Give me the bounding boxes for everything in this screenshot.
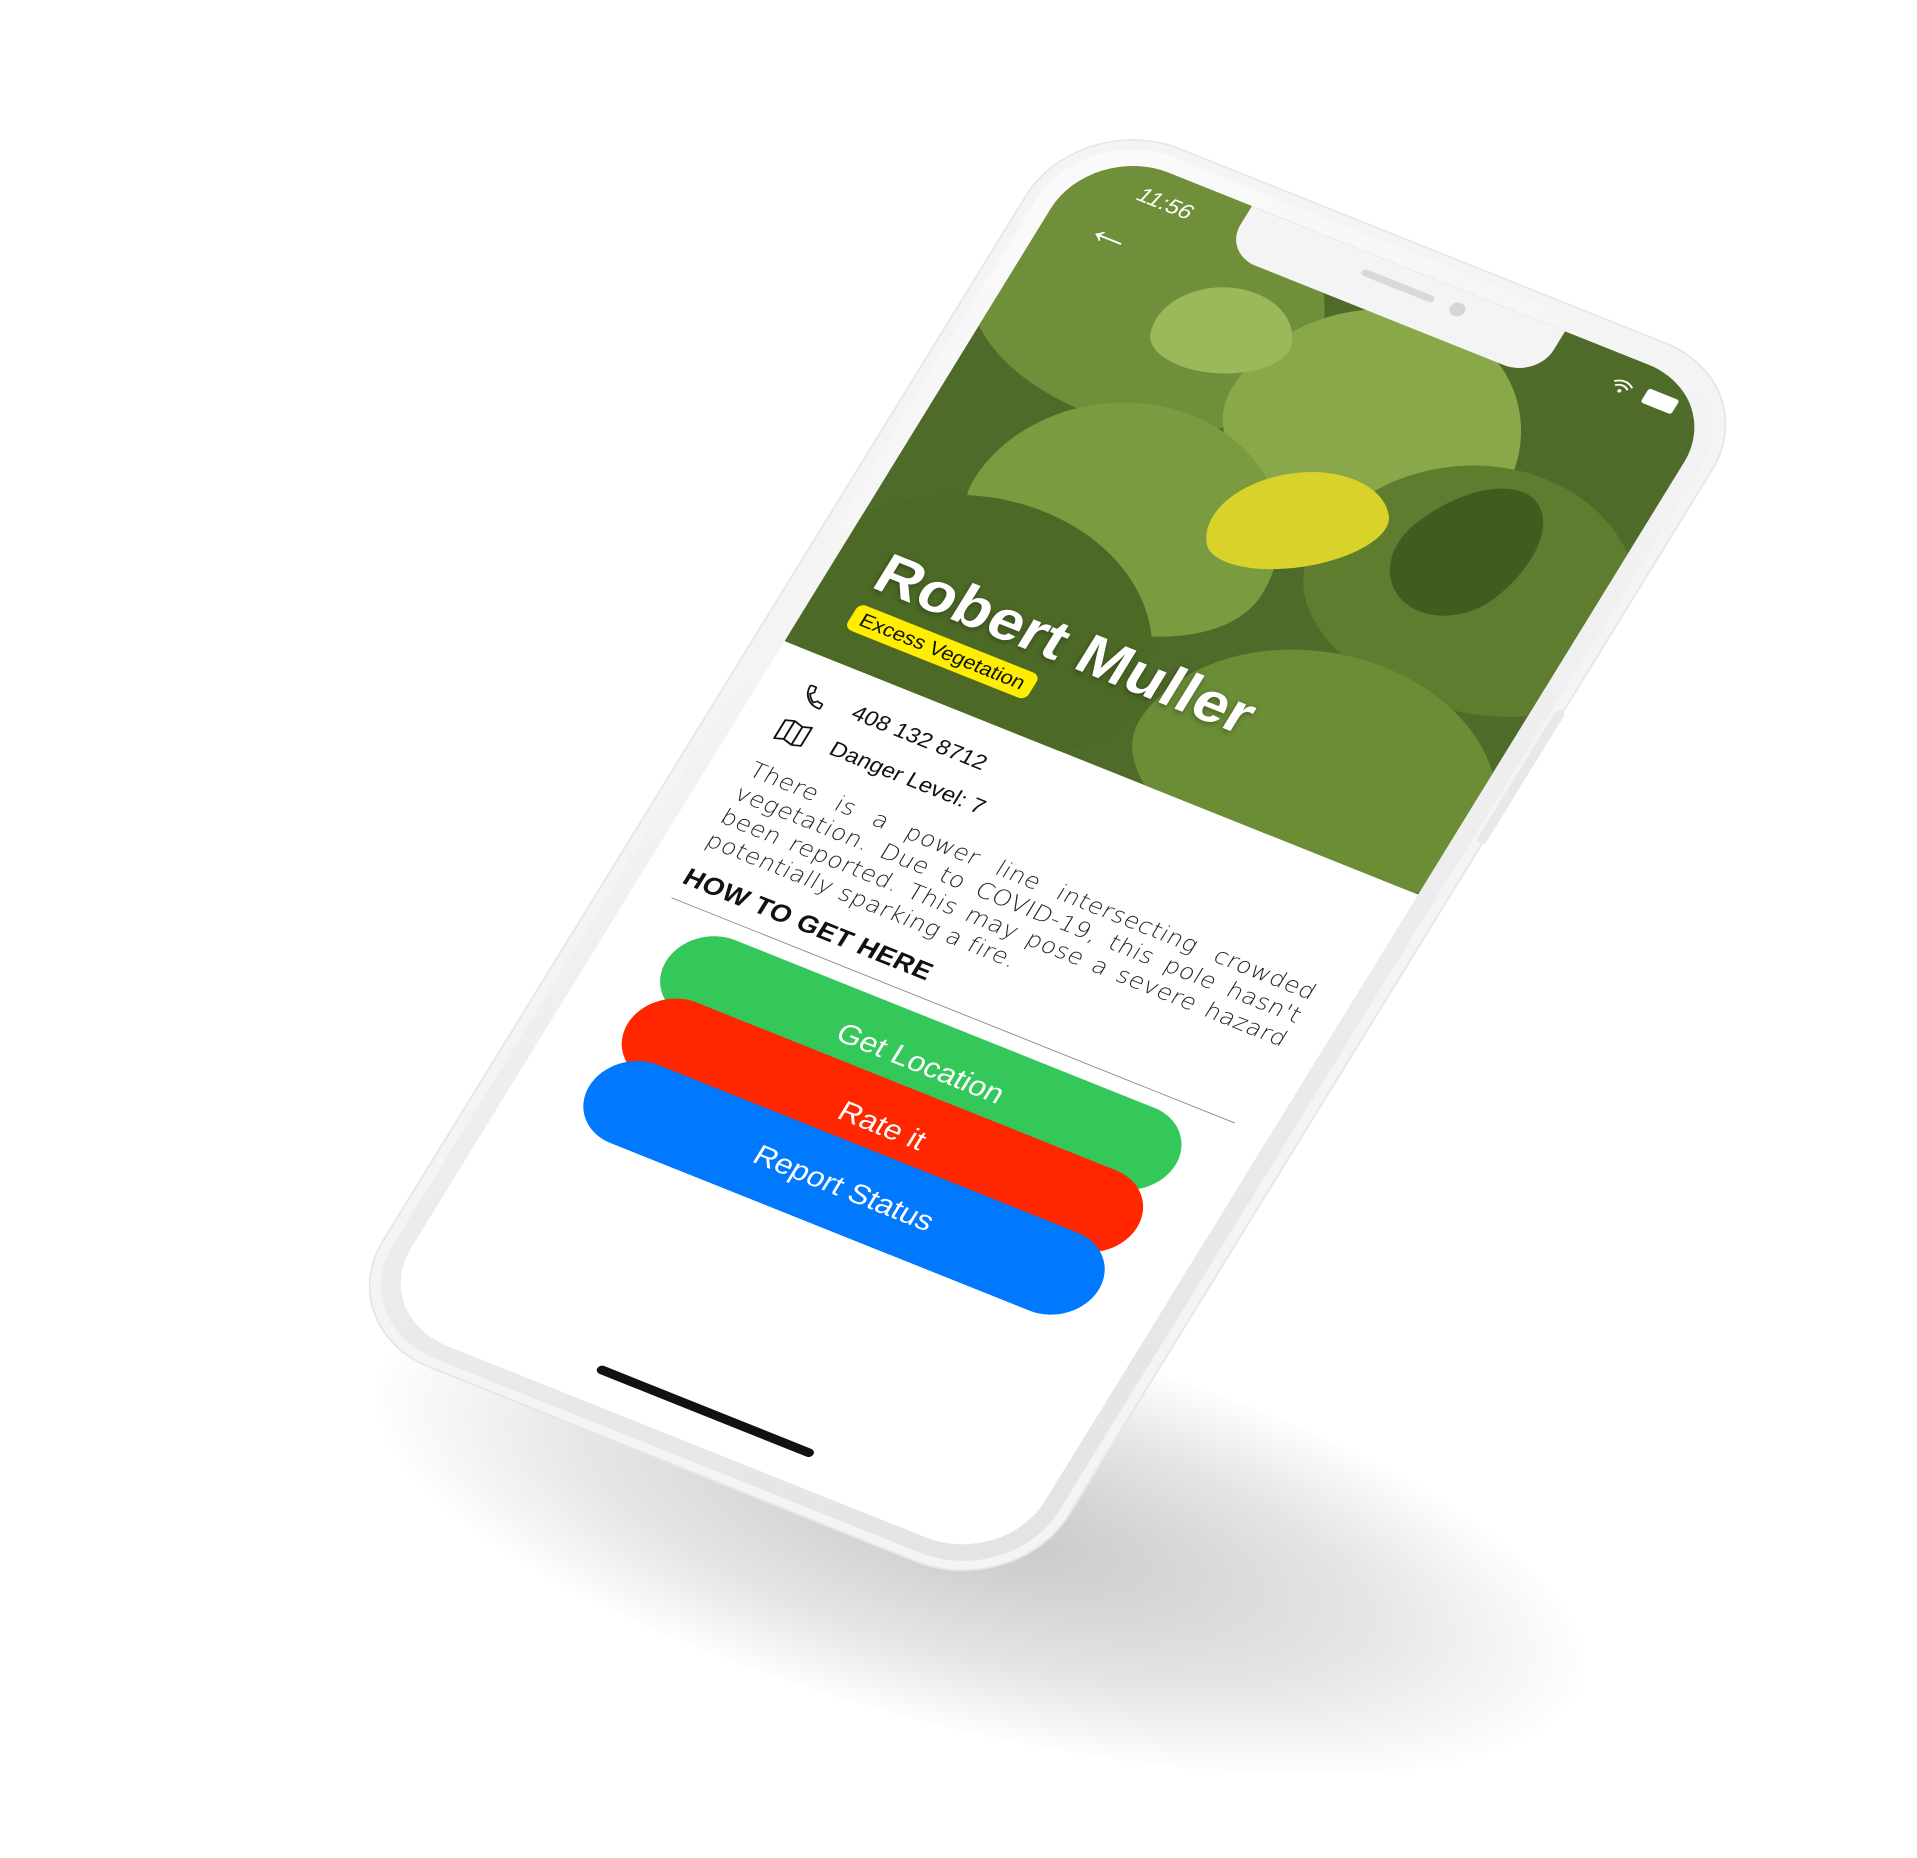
wifi-icon — [1606, 376, 1641, 403]
phone-icon — [791, 678, 839, 716]
app-screen: 11:56 ← Robert Muller Excess Vegetation — [369, 141, 1726, 1569]
speaker-grille — [1360, 268, 1436, 304]
home-indicator[interactable] — [594, 1364, 816, 1459]
phone-body: 11:56 ← Robert Muller Excess Vegetation — [331, 110, 1765, 1601]
phone-mockup: 11:56 ← Robert Muller Excess Vegetation — [331, 110, 1765, 1601]
map-icon — [769, 714, 817, 752]
front-camera — [1446, 300, 1469, 319]
mockup-stage: 11:56 ← Robert Muller Excess Vegetation — [0, 0, 1917, 1858]
status-icons — [1606, 375, 1680, 419]
battery-icon — [1640, 388, 1680, 415]
